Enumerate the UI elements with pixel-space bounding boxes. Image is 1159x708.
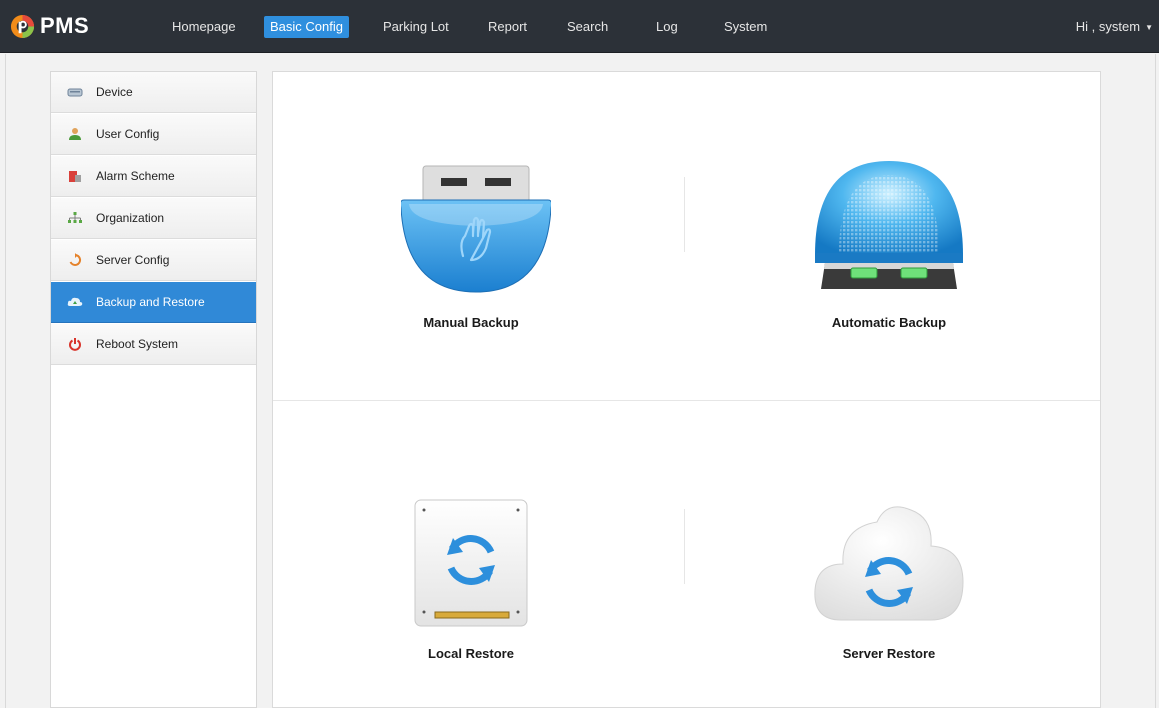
sidebar-item-label: User Config <box>96 127 160 141</box>
row-divider <box>273 400 1100 401</box>
sidebar-item-label: Server Config <box>96 253 170 267</box>
automatic-backup-label: Automatic Backup <box>831 315 947 330</box>
sidebar-item-label: Organization <box>96 211 165 225</box>
sidebar-item-device[interactable]: Device <box>51 72 256 113</box>
user-icon <box>65 124 85 144</box>
local-restore-label: Local Restore <box>428 646 514 661</box>
pms-logo-icon <box>10 14 35 38</box>
sidebar-item-backup-and-restore[interactable]: Backup and Restore <box>51 282 256 323</box>
manual-backup-tile[interactable]: Manual Backup <box>341 152 601 352</box>
app-logo[interactable]: PMS <box>10 10 89 42</box>
local-restore-icon <box>414 499 528 627</box>
app-logo-text: PMS <box>40 13 90 38</box>
device-icon <box>65 82 85 102</box>
sidebar-item-reboot-system[interactable]: Reboot System <box>51 324 256 365</box>
nav-search[interactable]: Search <box>561 16 614 38</box>
backup-restore-panel: Manual Backup Automatic Backup Local Res… <box>272 71 1101 708</box>
nav-parking-lot[interactable]: Parking Lot <box>377 16 455 38</box>
manual-backup-icon <box>401 165 551 293</box>
nav-homepage[interactable]: Homepage <box>166 16 242 38</box>
sidebar-item-label: Reboot System <box>96 337 179 351</box>
column-divider-bottom <box>684 509 685 584</box>
sidebar-item-label: Device <box>96 85 133 99</box>
sidebar-item-server-config[interactable]: Server Config <box>51 240 256 281</box>
automatic-backup-icon <box>815 161 963 289</box>
nav-system[interactable]: System <box>718 16 773 38</box>
sidebar: Device User Config Alarm Scheme Organiza… <box>50 71 257 708</box>
organization-icon <box>65 208 85 228</box>
column-divider-top <box>684 177 685 252</box>
alarm-icon <box>65 166 85 186</box>
sidebar-item-user-config[interactable]: User Config <box>51 114 256 155</box>
sidebar-item-alarm-scheme[interactable]: Alarm Scheme <box>51 156 256 197</box>
server-restore-icon <box>814 506 964 621</box>
server-restore-label: Server Restore <box>842 646 936 661</box>
user-greeting: Hi , system <box>1075 19 1141 34</box>
user-menu[interactable]: Hi , system ▼ <box>1076 16 1153 38</box>
sidebar-item-label: Backup and Restore <box>96 295 205 309</box>
backup-restore-icon <box>65 292 85 312</box>
sidebar-item-organization[interactable]: Organization <box>51 198 256 239</box>
top-navigation-bar: PMS Homepage Basic Config Parking Lot Re… <box>0 0 1159 53</box>
power-icon <box>65 334 85 354</box>
automatic-backup-tile[interactable]: Automatic Backup <box>759 152 1019 352</box>
server-restore-tile[interactable]: Server Restore <box>759 482 1019 692</box>
server-config-icon <box>65 250 85 270</box>
nav-basic-config[interactable]: Basic Config <box>264 16 349 38</box>
nav-log[interactable]: Log <box>650 16 684 38</box>
nav-report[interactable]: Report <box>482 16 533 38</box>
local-restore-tile[interactable]: Local Restore <box>341 482 601 692</box>
chevron-down-icon: ▼ <box>1145 22 1153 32</box>
sidebar-item-label: Alarm Scheme <box>96 169 175 183</box>
manual-backup-label: Manual Backup <box>423 315 519 330</box>
